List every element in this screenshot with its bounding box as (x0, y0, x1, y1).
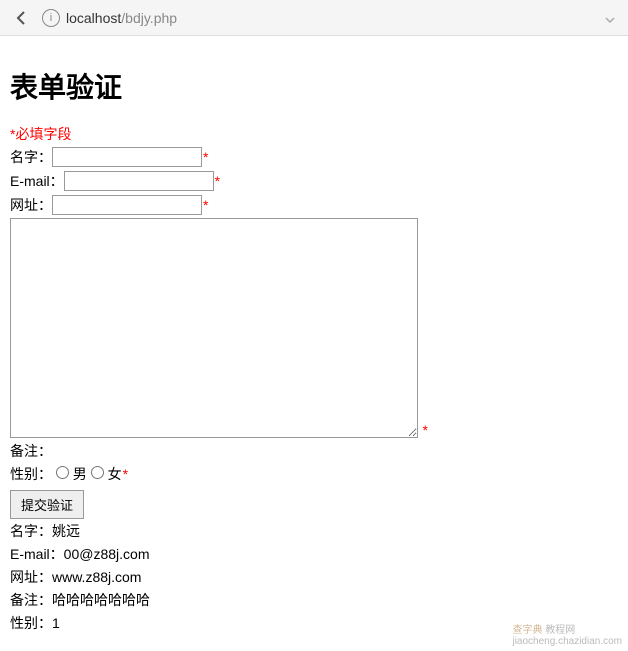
arrow-left-icon (14, 10, 30, 26)
watermark-text: 教程网 (545, 625, 575, 636)
email-input[interactable] (64, 171, 214, 191)
url-input[interactable] (52, 195, 202, 215)
email-label: E-mail： (10, 170, 64, 192)
output-gender-label: 性别： (10, 615, 52, 631)
required-asterisk: * (203, 194, 208, 216)
output-name-label: 名字： (10, 523, 52, 539)
output-url: 网址：www.z88j.com (10, 567, 618, 588)
email-row: E-mail： * (10, 170, 618, 192)
required-asterisk: * (215, 170, 220, 192)
gender-label: 性别： (10, 466, 52, 482)
page-title: 表单验证 (10, 66, 618, 106)
output-email-label: E-mail： (10, 546, 64, 562)
comment-textarea[interactable] (10, 218, 418, 438)
required-asterisk: * (203, 146, 208, 168)
output-email-value: 00@z88j.com (64, 546, 150, 562)
required-asterisk: * (123, 466, 128, 482)
name-input[interactable] (52, 147, 202, 167)
url-display[interactable]: localhost/bdjy.php (66, 10, 177, 26)
output-url-value: www.z88j.com (52, 569, 141, 585)
required-asterisk: * (423, 422, 428, 438)
comment-wrap: * (10, 218, 420, 438)
required-note: *必填字段 (10, 124, 618, 144)
output-comment-label: 备注： (10, 592, 52, 608)
chevron-down-icon (605, 17, 615, 23)
url-host: localhost (66, 10, 121, 26)
page-body: 表单验证 *必填字段 名字： * E-mail： * 网址： * * 备注： 性… (0, 36, 628, 646)
url-path: /bdjy.php (121, 10, 177, 26)
gender-female-radio[interactable] (91, 466, 104, 479)
output-comment-value: 哈哈哈哈哈哈哈 (52, 592, 150, 608)
gender-male-radio[interactable] (56, 466, 69, 479)
output-email: E-mail：00@z88j.com (10, 544, 618, 565)
comment-label: 备注： (10, 440, 52, 462)
url-label: 网址： (10, 194, 52, 216)
watermark-brand: 查字典 (512, 625, 542, 636)
back-button[interactable] (8, 4, 36, 32)
output-comment: 备注：哈哈哈哈哈哈哈 (10, 590, 618, 611)
watermark: 查字典 教程网 jiaocheng.chazidian.com (512, 621, 622, 647)
output-url-label: 网址： (10, 569, 52, 585)
gender-row: 性别： 男 女* (10, 464, 618, 484)
url-row: 网址： * (10, 194, 618, 216)
info-icon[interactable]: i (42, 9, 60, 27)
name-row: 名字： * (10, 146, 618, 168)
watermark-url: jiaocheng.chazidian.com (512, 636, 622, 647)
gender-male-label: 男 (73, 466, 87, 482)
url-dropdown[interactable] (600, 10, 620, 26)
name-label: 名字： (10, 146, 52, 168)
output-name-value: 姚远 (52, 523, 80, 539)
output-gender-value: 1 (52, 615, 60, 631)
submit-button[interactable]: 提交验证 (10, 490, 84, 519)
browser-navbar: i localhost/bdjy.php (0, 0, 628, 36)
output-name: 名字：姚远 (10, 521, 618, 542)
comment-label-row: 备注： (10, 440, 618, 462)
gender-female-label: 女 (108, 466, 122, 482)
